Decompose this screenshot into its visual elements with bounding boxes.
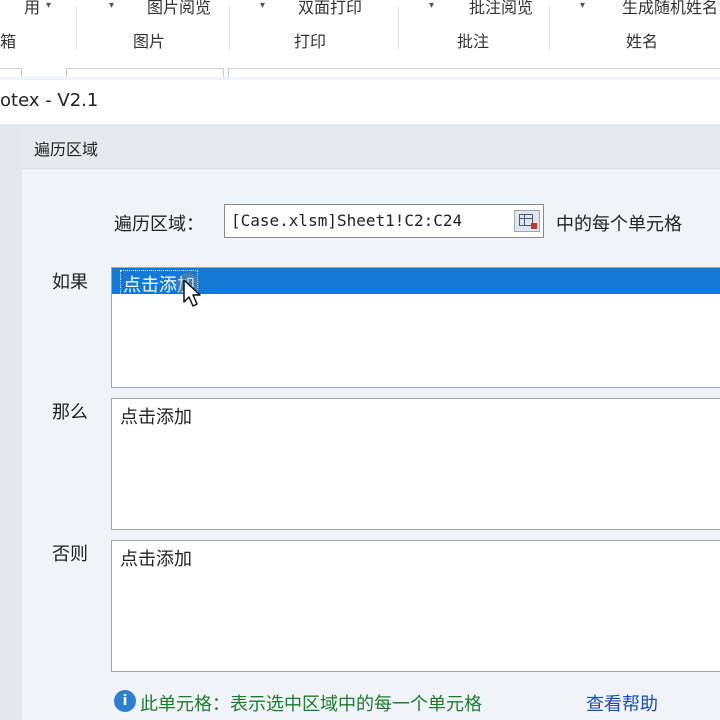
chevron-down-icon[interactable]: ▾	[46, 0, 51, 11]
ribbon-group-name: ▾ 生成随机姓名 姓名	[550, 0, 720, 56]
ribbon-group-comment: ▾ 批注阅览 批注	[399, 0, 549, 56]
ribbon-group-label: 箱	[0, 32, 17, 51]
then-add-item[interactable]: 点击添加	[120, 403, 192, 429]
chevron-down-icon[interactable]: ▾	[260, 0, 265, 11]
ribbon: 用 ▾ 箱 ▾ 图片阅览 图片 ▾ 双面打印 打印 ▾ 批注阅览 批注 ▾ 生成…	[0, 0, 720, 65]
formula-bar	[228, 68, 720, 77]
ribbon-group-print: ▾ 双面打印 打印	[230, 0, 398, 56]
info-icon: i	[114, 690, 136, 712]
range-input-value: [Case.xlsm]Sheet1!C2:C24	[231, 211, 463, 230]
ribbon-group-label: 图片	[133, 32, 166, 51]
then-label: 那么	[52, 402, 88, 423]
name-box	[66, 68, 224, 77]
section-title: 遍历区域	[34, 140, 99, 159]
then-list[interactable]: 点击添加	[111, 398, 720, 530]
section-header: 遍历区域	[22, 124, 720, 169]
ribbon-group-label: 批注	[457, 32, 490, 51]
ribbon-group-tools: 用 ▾ 箱	[0, 0, 76, 56]
ribbon-group-label: 姓名	[626, 32, 659, 51]
range-label: 遍历区域：	[114, 214, 204, 235]
dialog-left-strip	[0, 124, 22, 720]
else-label: 否则	[52, 544, 88, 565]
range-select-icon[interactable]	[514, 210, 540, 232]
chevron-down-icon[interactable]: ▾	[580, 0, 585, 11]
range-input[interactable]: [Case.xlsm]Sheet1!C2:C24	[224, 204, 544, 238]
ribbon-button-use[interactable]: 用	[24, 0, 40, 18]
else-add-item[interactable]: 点击添加	[120, 545, 192, 571]
formula-bar-strip	[0, 64, 720, 77]
chevron-down-icon[interactable]: ▾	[109, 0, 114, 11]
name-box-edge	[0, 68, 22, 77]
mouse-cursor-icon	[176, 272, 201, 307]
dialog-title: otex - V2.1	[0, 90, 99, 111]
else-list[interactable]: 点击添加	[111, 540, 720, 672]
ribbon-group-picture: ▾ 图片阅览 图片	[77, 0, 229, 56]
help-link[interactable]: 查看帮助	[586, 690, 658, 716]
chevron-down-icon[interactable]: ▾	[429, 0, 434, 11]
hint-text: 此单元格：表示选中区域中的每一个单元格	[140, 694, 482, 715]
if-label: 如果	[52, 272, 88, 293]
ribbon-group-label: 打印	[294, 32, 327, 51]
duplex-print-button[interactable]: 双面打印	[298, 0, 362, 18]
range-suffix: 中的每个单元格	[556, 214, 682, 235]
picture-view-button[interactable]: 图片阅览	[147, 0, 211, 18]
random-name-button[interactable]: 生成随机姓名	[622, 0, 718, 18]
dialog-title-bar: otex - V2.1	[0, 80, 720, 124]
comment-view-button[interactable]: 批注阅览	[469, 0, 533, 18]
